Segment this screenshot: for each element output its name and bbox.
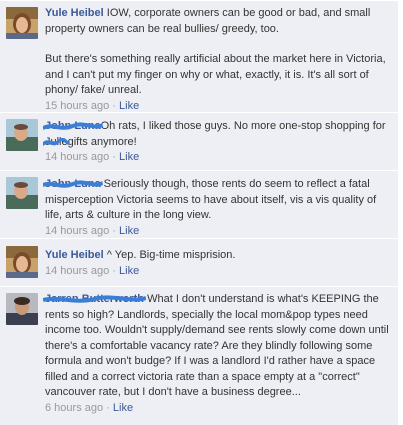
comment-timestamp[interactable]: 15 hours ago bbox=[45, 100, 109, 112]
avatar[interactable] bbox=[6, 246, 38, 278]
avatar[interactable] bbox=[6, 119, 38, 151]
comment-author[interactable]: Yule Heibel bbox=[45, 6, 104, 22]
avatar[interactable] bbox=[6, 177, 38, 209]
comment-author[interactable]: John Luna bbox=[43, 119, 103, 135]
comment: John Luna Seriously though, those rents … bbox=[0, 170, 398, 238]
meta-separator: · bbox=[112, 264, 116, 277]
comment-text: gifts anymore! bbox=[67, 135, 137, 148]
comment-timestamp[interactable]: 6 hours ago bbox=[45, 402, 103, 414]
meta-separator: · bbox=[112, 99, 116, 112]
like-link[interactable]: Like bbox=[119, 100, 139, 112]
comment-author[interactable]: John Luna bbox=[43, 177, 103, 193]
avatar[interactable] bbox=[6, 7, 38, 39]
comment-text: What I don't understand is what's KEEPIN… bbox=[45, 293, 389, 398]
avatar[interactable] bbox=[6, 293, 38, 325]
comment-text: But there's something really artificial … bbox=[45, 53, 386, 96]
meta-separator: · bbox=[106, 401, 110, 414]
comment-timestamp[interactable]: 14 hours ago bbox=[45, 265, 109, 277]
comment: John Luna Oh rats, I liked those guys. N… bbox=[0, 112, 398, 170]
comment-thread: Yule Heibel IOW, corporate owners can be… bbox=[0, 0, 403, 425]
like-link[interactable]: Like bbox=[119, 265, 139, 277]
comment: Jarren Butterworth What I don't understa… bbox=[0, 286, 398, 425]
meta-separator: · bbox=[112, 151, 116, 163]
comment-text: Oh rats, I liked those guys. No more one… bbox=[100, 120, 386, 132]
comment-author[interactable]: Jarren Butterworth bbox=[43, 292, 147, 308]
comment-text: ^ Yep. Big-time misprision. bbox=[106, 249, 236, 261]
comment-timestamp[interactable]: 14 hours ago bbox=[45, 151, 109, 163]
like-link[interactable]: Like bbox=[119, 151, 139, 163]
meta-separator: · bbox=[112, 224, 116, 237]
comment: Yule Heibel IOW, corporate owners can be… bbox=[0, 0, 398, 112]
like-link[interactable]: Like bbox=[119, 225, 139, 237]
comment: Yule Heibel ^ Yep. Big-time misprision. … bbox=[0, 238, 398, 286]
comment-timestamp[interactable]: 14 hours ago bbox=[45, 225, 109, 237]
like-link[interactable]: Like bbox=[113, 402, 133, 414]
redacted-word: Julie bbox=[43, 135, 70, 148]
comment-author[interactable]: Yule Heibel bbox=[45, 248, 104, 264]
